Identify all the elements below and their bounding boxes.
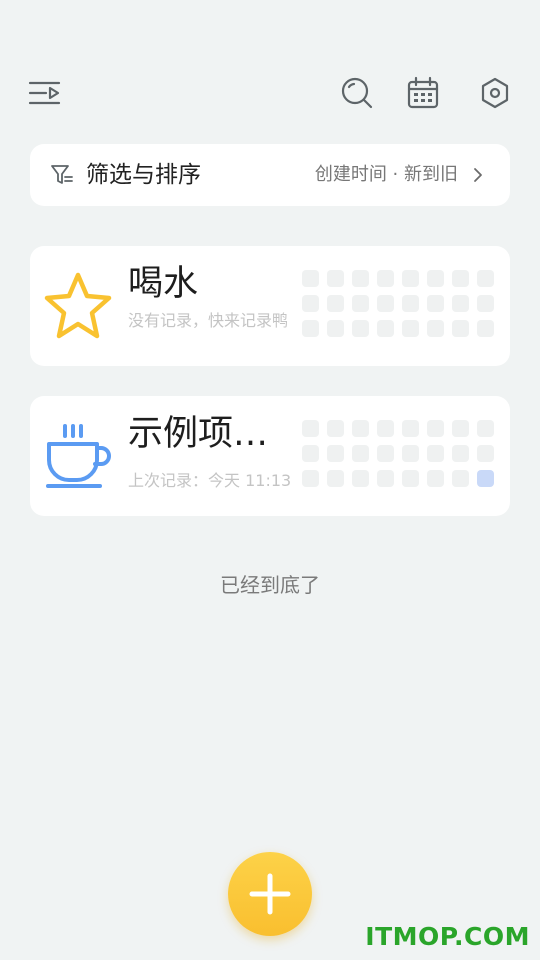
record-cell (377, 295, 394, 312)
record-cell (452, 270, 469, 287)
habit-card-example[interactable]: 示例项… 上次记录：今天 11:13 (30, 396, 510, 516)
record-cell (352, 295, 369, 312)
record-cell (402, 445, 419, 462)
star-icon (44, 272, 112, 339)
record-cell (427, 445, 444, 462)
record-cell (427, 270, 444, 287)
record-cell (352, 445, 369, 462)
hexagon-settings-icon (481, 77, 509, 109)
record-cell (377, 470, 394, 487)
funnel-icon (51, 165, 73, 184)
record-cell (327, 320, 344, 337)
menu-list-icon (28, 81, 61, 105)
record-cell (327, 270, 344, 287)
calendar-button[interactable] (406, 76, 440, 110)
habit-card-drink-water[interactable]: 喝水 没有记录，快来记录鸭 (30, 246, 510, 366)
filter-sort-bar[interactable]: 筛选与排序 创建时间 · 新到旧 (30, 144, 510, 206)
record-cell (352, 320, 369, 337)
record-cell (477, 320, 494, 337)
filter-sort-label: 筛选与排序 (86, 162, 201, 188)
record-cell (452, 320, 469, 337)
end-of-list-text: 已经到底了 (220, 573, 320, 597)
search-icon (341, 77, 373, 109)
watermark: ITMOP.COM (365, 922, 530, 951)
record-cell (327, 470, 344, 487)
search-button[interactable] (340, 76, 374, 110)
record-cell (352, 420, 369, 437)
record-cell (327, 295, 344, 312)
record-grid (302, 270, 498, 337)
record-cell (402, 320, 419, 337)
record-cell (402, 295, 419, 312)
chevron-right-icon (474, 168, 482, 182)
record-cell (427, 320, 444, 337)
record-cell (377, 320, 394, 337)
record-cell (377, 270, 394, 287)
habit-title: 喝水 (128, 264, 199, 304)
record-cell (377, 420, 394, 437)
record-cell (302, 420, 319, 437)
sort-order-value: 创建时间 · 新到旧 (314, 164, 458, 185)
menu-button[interactable] (28, 78, 62, 108)
record-cell (302, 445, 319, 462)
record-cell (427, 420, 444, 437)
record-cell (427, 470, 444, 487)
calendar-icon (407, 76, 439, 109)
habit-title: 示例项… (128, 414, 269, 454)
record-cell (327, 445, 344, 462)
record-cell (477, 295, 494, 312)
record-cell (352, 270, 369, 287)
record-cell (477, 420, 494, 437)
record-cell (302, 320, 319, 337)
coffee-cup-icon (46, 424, 111, 488)
record-cell (427, 295, 444, 312)
record-grid (302, 420, 498, 487)
settings-button[interactable] (478, 76, 512, 110)
habit-subtitle: 没有记录，快来记录鸭 (128, 311, 289, 330)
record-cell (402, 420, 419, 437)
record-cell (302, 470, 319, 487)
record-cell (352, 470, 369, 487)
record-cell (377, 445, 394, 462)
record-cell (402, 270, 419, 287)
plus-icon (249, 873, 291, 915)
record-cell (477, 270, 494, 287)
record-cell (327, 420, 344, 437)
record-cell (302, 295, 319, 312)
record-cell (477, 445, 494, 462)
record-cell (452, 295, 469, 312)
add-habit-button[interactable] (228, 852, 312, 936)
record-cell (452, 470, 469, 487)
habit-subtitle: 上次记录：今天 11:13 (128, 471, 292, 490)
record-cell (452, 420, 469, 437)
record-cell (302, 270, 319, 287)
record-cell (477, 470, 494, 487)
record-cell (402, 470, 419, 487)
record-cell (452, 445, 469, 462)
